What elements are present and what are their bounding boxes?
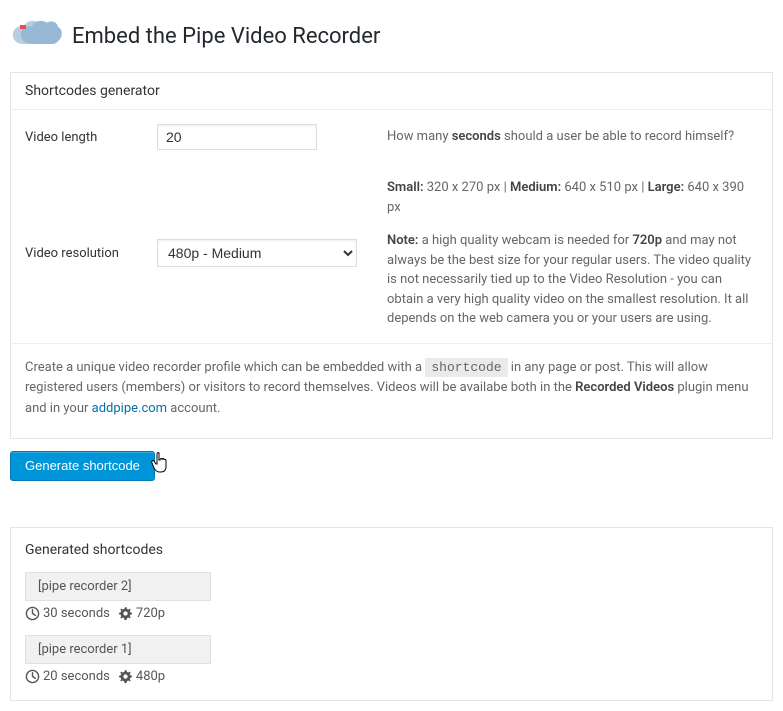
shortcodes-generator-panel: Shortcodes generator Video length How ma… xyxy=(10,72,773,439)
generated-shortcodes-panel: Generated shortcodes [pipe recorder 2] 3… xyxy=(10,527,773,701)
note-label: Note: xyxy=(387,233,418,248)
cloud-icon xyxy=(10,18,62,54)
size-label: Medium: xyxy=(510,180,561,195)
note-text: a high quality webcam is needed for xyxy=(418,233,632,248)
generator-heading: Shortcodes generator xyxy=(11,73,772,110)
help-text: How many xyxy=(387,129,452,144)
video-resolution-select[interactable]: 480p - Medium xyxy=(157,239,357,267)
resolution-text: 720p xyxy=(136,606,165,621)
duration-text: 30 seconds xyxy=(43,606,110,621)
gear-icon xyxy=(118,606,133,621)
video-resolution-help: Small: 320 x 270 px | Medium: 640 x 510 … xyxy=(367,178,758,329)
video-resolution-row: Video resolution 480p - Medium Small: 32… xyxy=(11,164,772,343)
generated-item: [pipe recorder 1] 20 seconds 480p xyxy=(11,625,772,700)
addpipe-link[interactable]: addpipe.com xyxy=(92,401,167,416)
help-text: should a user be able to record himself? xyxy=(501,129,734,144)
footer-text: account. xyxy=(167,401,220,416)
page-title: Embed the Pipe Video Recorder xyxy=(72,24,380,49)
generated-item: [pipe recorder 2] 30 seconds 720p xyxy=(11,562,772,625)
video-resolution-label: Video resolution xyxy=(25,246,157,261)
shortcode-meta: 30 seconds 720p xyxy=(25,606,758,621)
generate-shortcode-button[interactable]: Generate shortcode xyxy=(10,451,155,481)
help-bold: seconds xyxy=(452,129,501,144)
video-length-help: How many seconds should a user be able t… xyxy=(367,127,758,147)
size-label: Large: xyxy=(648,180,685,195)
shortcode-pill[interactable]: [pipe recorder 2] xyxy=(25,572,211,601)
footer-bold: Recorded Videos xyxy=(575,380,674,395)
video-length-row: Video length How many seconds should a u… xyxy=(11,110,772,164)
size-val: 320 x 270 px | xyxy=(424,180,510,195)
video-length-label: Video length xyxy=(25,130,157,145)
shortcode-pill[interactable]: [pipe recorder 1] xyxy=(25,635,211,664)
video-length-input[interactable] xyxy=(157,124,317,150)
note-bold: 720p xyxy=(632,233,662,248)
generated-heading: Generated shortcodes xyxy=(11,528,772,562)
size-val: 640 x 510 px | xyxy=(561,180,647,195)
generator-footer: Create a unique video recorder profile w… xyxy=(11,343,772,438)
footer-code: shortcode xyxy=(425,358,507,377)
clock-icon xyxy=(25,606,40,621)
page-header: Embed the Pipe Video Recorder xyxy=(10,10,773,72)
size-label: Small: xyxy=(387,180,424,195)
footer-text: Create a unique video recorder profile w… xyxy=(25,360,425,375)
